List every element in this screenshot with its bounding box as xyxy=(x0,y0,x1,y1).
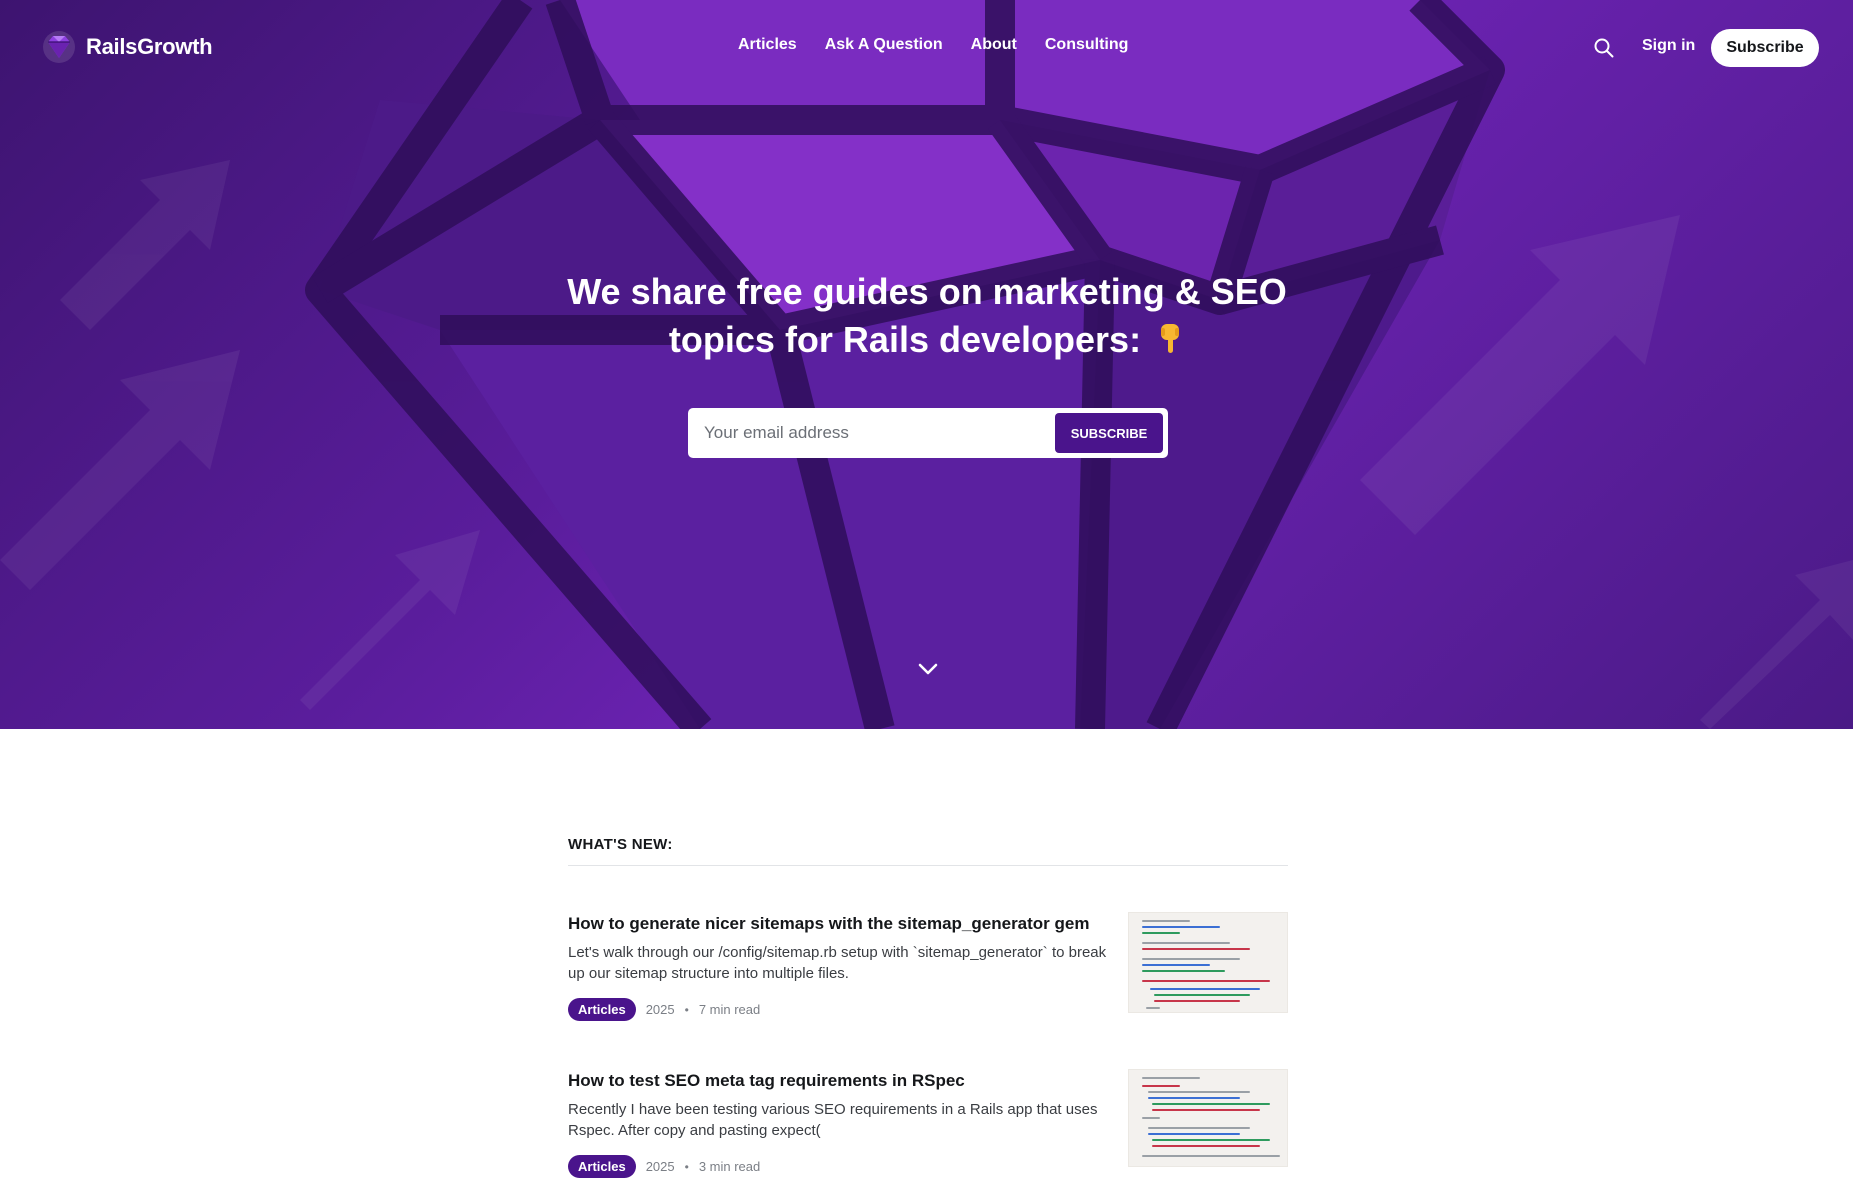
post-text: How to generate nicer sitemaps with the … xyxy=(568,912,1108,1021)
email-input[interactable] xyxy=(688,409,1055,457)
post-card: How to test SEO meta tag requirements in… xyxy=(568,1069,1288,1179)
hero-headline: We share free guides on marketing & SEO … xyxy=(560,268,1294,364)
post-thumbnail[interactable] xyxy=(1128,912,1288,1013)
whats-new-section: WHAT'S NEW: xyxy=(568,836,1288,866)
subscribe-button-header[interactable]: Subscribe xyxy=(1711,29,1819,67)
post-year: 2025 xyxy=(645,1002,675,1017)
section-heading: WHAT'S NEW: xyxy=(568,836,1288,866)
post-thumbnail[interactable] xyxy=(1128,1069,1288,1167)
pointing-down-emoji-icon xyxy=(1161,324,1180,353)
nav-link-consulting[interactable]: Consulting xyxy=(1045,36,1129,54)
brand-logo[interactable]: RailsGrowth xyxy=(42,30,213,64)
hero-background-gem-graphic xyxy=(0,0,1853,729)
primary-nav: Articles Ask A Question About Consulting xyxy=(738,36,1128,54)
top-navigation: RailsGrowth Articles Ask A Question Abou… xyxy=(0,0,1853,96)
post-card: How to generate nicer sitemaps with the … xyxy=(568,912,1288,1022)
post-title[interactable]: How to generate nicer sitemaps with the … xyxy=(568,912,1108,936)
email-signup-form: SUBSCRIBE xyxy=(688,408,1168,458)
hero-section: RailsGrowth Articles Ask A Question Abou… xyxy=(0,0,1853,729)
post-text: How to test SEO meta tag requirements in… xyxy=(568,1069,1108,1178)
chevron-down-icon[interactable] xyxy=(916,659,940,679)
sign-in-link[interactable]: Sign in xyxy=(1642,37,1695,55)
post-excerpt: Recently I have been testing various SEO… xyxy=(568,1101,1098,1139)
subscribe-submit-button[interactable]: SUBSCRIBE xyxy=(1055,413,1163,453)
meta-separator: • xyxy=(684,1002,689,1017)
post-tag[interactable]: Articles xyxy=(568,998,636,1021)
post-title[interactable]: How to test SEO meta tag requirements in… xyxy=(568,1069,1108,1093)
code-screenshot-image xyxy=(1142,1077,1280,1157)
post-meta: Articles 2025 • 7 min read xyxy=(568,998,1108,1021)
nav-link-ask-a-question[interactable]: Ask A Question xyxy=(825,36,943,54)
post-excerpt: Let's walk through our /config/sitemap.r… xyxy=(568,944,1107,982)
hero-headline-line1: We share free guides on marketing & SEO xyxy=(567,271,1287,312)
gem-logo-icon xyxy=(43,31,75,63)
nav-link-articles[interactable]: Articles xyxy=(738,36,797,54)
nav-link-about[interactable]: About xyxy=(971,36,1017,54)
code-screenshot-image xyxy=(1142,920,1270,1009)
hero-headline-line2: topics for Rails developers: xyxy=(668,319,1142,360)
post-read-time: 7 min read xyxy=(698,1002,761,1017)
brand-name: RailsGrowth xyxy=(86,34,213,59)
search-icon[interactable] xyxy=(1592,36,1616,60)
